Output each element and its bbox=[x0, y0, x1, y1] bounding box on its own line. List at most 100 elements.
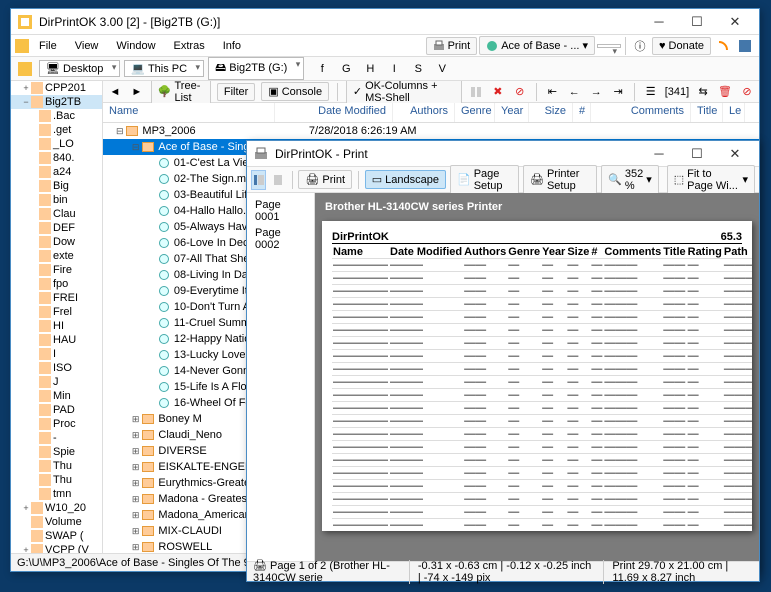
page-item[interactable]: Page 0002 bbox=[251, 225, 310, 253]
info-icon[interactable]: ⓘ bbox=[630, 36, 650, 56]
tree-item[interactable]: Spie bbox=[11, 445, 102, 459]
tree-item[interactable]: ISO bbox=[11, 361, 102, 375]
tree-item[interactable]: Thu bbox=[11, 473, 102, 487]
tree-item[interactable]: FREI bbox=[11, 291, 102, 305]
print-do-button[interactable]: 🖨 Print bbox=[298, 170, 352, 189]
tree-item[interactable]: I bbox=[11, 347, 102, 361]
page-item[interactable]: Page 0001 bbox=[251, 197, 310, 225]
shuffle-icon[interactable]: ⇆ bbox=[695, 82, 711, 102]
menu-window[interactable]: Window bbox=[108, 38, 163, 54]
tree-item[interactable]: - bbox=[11, 431, 102, 445]
filter-button[interactable]: Filter bbox=[217, 83, 255, 101]
col-title[interactable]: Title bbox=[691, 103, 723, 122]
char-h-icon[interactable]: H bbox=[360, 59, 380, 79]
print-maximize-button[interactable]: ☐ bbox=[679, 144, 715, 164]
tree-item[interactable]: Big bbox=[11, 179, 102, 193]
tree-item[interactable]: bin bbox=[11, 193, 102, 207]
print-button[interactable]: Print bbox=[426, 37, 478, 55]
printersetup-button[interactable]: 🖨 Printer Setup bbox=[523, 165, 597, 195]
menu-info[interactable]: Info bbox=[215, 38, 249, 54]
zoom-combo[interactable]: 🔍 352 % ▾ bbox=[601, 165, 659, 195]
tree-item[interactable]: DEF bbox=[11, 221, 102, 235]
tree-item[interactable]: +CPP201 bbox=[11, 81, 102, 95]
tree-item[interactable]: Proc bbox=[11, 417, 102, 431]
tree-item[interactable]: HI bbox=[11, 319, 102, 333]
tree-item[interactable]: SWAP ( bbox=[11, 529, 102, 543]
fit-button[interactable]: ⬚ Fit to Page Wi... ▾ bbox=[667, 165, 755, 195]
pagesetup-button[interactable]: 📄 Page Setup bbox=[450, 165, 519, 195]
col-year[interactable]: Year bbox=[495, 103, 529, 122]
move-right-icon[interactable]: → bbox=[588, 82, 604, 102]
col-delete-icon[interactable]: ✖ bbox=[490, 82, 506, 102]
col-comments[interactable]: Comments bbox=[591, 103, 691, 122]
tree-item[interactable]: a24 bbox=[11, 165, 102, 179]
preview-area[interactable]: Brother HL-3140CW series Printer DirPrin… bbox=[315, 193, 759, 561]
forward-icon[interactable]: ► bbox=[129, 82, 145, 102]
close-button[interactable]: ✕ bbox=[717, 12, 753, 32]
col-cancel-icon[interactable]: ⊘ bbox=[512, 82, 528, 102]
page-list-toggle[interactable] bbox=[251, 170, 266, 190]
tree-item[interactable]: fpo bbox=[11, 277, 102, 291]
tree-item[interactable]: +W10_20 bbox=[11, 501, 102, 515]
move-left-icon[interactable]: ← bbox=[566, 82, 582, 102]
col-num[interactable]: # bbox=[573, 103, 591, 122]
char-f-icon[interactable]: f bbox=[312, 59, 332, 79]
char-s-icon[interactable]: S bbox=[408, 59, 428, 79]
menu-file[interactable]: File bbox=[31, 38, 65, 54]
list-icon[interactable]: ☰ bbox=[643, 82, 659, 102]
char-i-icon[interactable]: I bbox=[384, 59, 404, 79]
tree-item[interactable]: exte bbox=[11, 249, 102, 263]
tree-item[interactable]: tmn bbox=[11, 487, 102, 501]
ace-combo[interactable]: Ace of Base - ... ▾ bbox=[479, 36, 595, 55]
tree-item[interactable]: PAD bbox=[11, 403, 102, 417]
tree-item[interactable]: .Bac bbox=[11, 109, 102, 123]
tree-item[interactable]: +VCPP (V bbox=[11, 543, 102, 553]
tree-item[interactable]: Dow bbox=[11, 235, 102, 249]
clear-icon[interactable]: ⊘ bbox=[739, 82, 755, 102]
single-page-icon[interactable] bbox=[270, 170, 285, 190]
minimize-button[interactable]: ─ bbox=[641, 12, 677, 32]
print-close-button[interactable]: ✕ bbox=[717, 144, 753, 164]
char-g-icon[interactable]: G bbox=[336, 59, 356, 79]
thispc-combo[interactable]: 💻 This PC bbox=[124, 60, 204, 77]
tree-item[interactable]: Min bbox=[11, 389, 102, 403]
landscape-button[interactable]: ▭ Landscape bbox=[365, 170, 446, 189]
col-modified[interactable]: Date Modified bbox=[275, 103, 393, 122]
col-size[interactable]: Size bbox=[529, 103, 573, 122]
column-header[interactable]: Name Date Modified Authors Genre Year Si… bbox=[103, 103, 759, 123]
list-row[interactable]: ⊟MP3_20067/28/2018 6:26:19 AM bbox=[103, 123, 759, 139]
tree-item[interactable]: Frel bbox=[11, 305, 102, 319]
col-name[interactable]: Name bbox=[103, 103, 275, 122]
tree-item[interactable]: Clau bbox=[11, 207, 102, 221]
print-minimize-button[interactable]: ─ bbox=[641, 144, 677, 164]
dropdown-1[interactable] bbox=[597, 44, 621, 48]
menu-view[interactable]: View bbox=[67, 38, 107, 54]
char-v-icon[interactable]: V bbox=[432, 59, 452, 79]
tree-item[interactable]: J bbox=[11, 375, 102, 389]
tree-item[interactable]: −Big2TB bbox=[11, 95, 102, 109]
donate-button[interactable]: ♥ Donate bbox=[652, 37, 711, 55]
trash-icon[interactable]: 🗑 bbox=[717, 82, 733, 102]
menu-extras[interactable]: Extras bbox=[166, 38, 213, 54]
maximize-button[interactable]: ☐ bbox=[679, 12, 715, 32]
desktop-combo[interactable]: 🖥 Desktop bbox=[39, 60, 120, 77]
drive-combo[interactable]: 🖴 Big2TB (G:) bbox=[208, 57, 304, 80]
console-button[interactable]: ▣ Console bbox=[261, 82, 329, 101]
tree-item[interactable]: 840. bbox=[11, 151, 102, 165]
tree-item[interactable]: .get bbox=[11, 123, 102, 137]
tree-item[interactable]: Fire bbox=[11, 263, 102, 277]
tree-item[interactable]: HAU bbox=[11, 333, 102, 347]
feed-icon[interactable] bbox=[713, 36, 733, 56]
col-genre[interactable]: Genre bbox=[455, 103, 495, 122]
col-authors[interactable]: Authors bbox=[393, 103, 455, 122]
save-icon[interactable] bbox=[735, 36, 755, 56]
page-list[interactable]: Page 0001 Page 0002 bbox=[247, 193, 315, 561]
tree-item[interactable]: Volume bbox=[11, 515, 102, 529]
back-icon[interactable]: ◄ bbox=[107, 82, 123, 102]
move-last-icon[interactable]: ⇥ bbox=[610, 82, 626, 102]
col-edit-icon[interactable] bbox=[468, 82, 484, 102]
col-len[interactable]: Le bbox=[723, 103, 745, 122]
move-first-icon[interactable]: ⇤ bbox=[544, 82, 560, 102]
folder-tree[interactable]: +CPP201−Big2TB.Bac.get_LO840.a24BigbinCl… bbox=[11, 81, 103, 553]
app-icon-toolbar[interactable] bbox=[15, 59, 35, 79]
